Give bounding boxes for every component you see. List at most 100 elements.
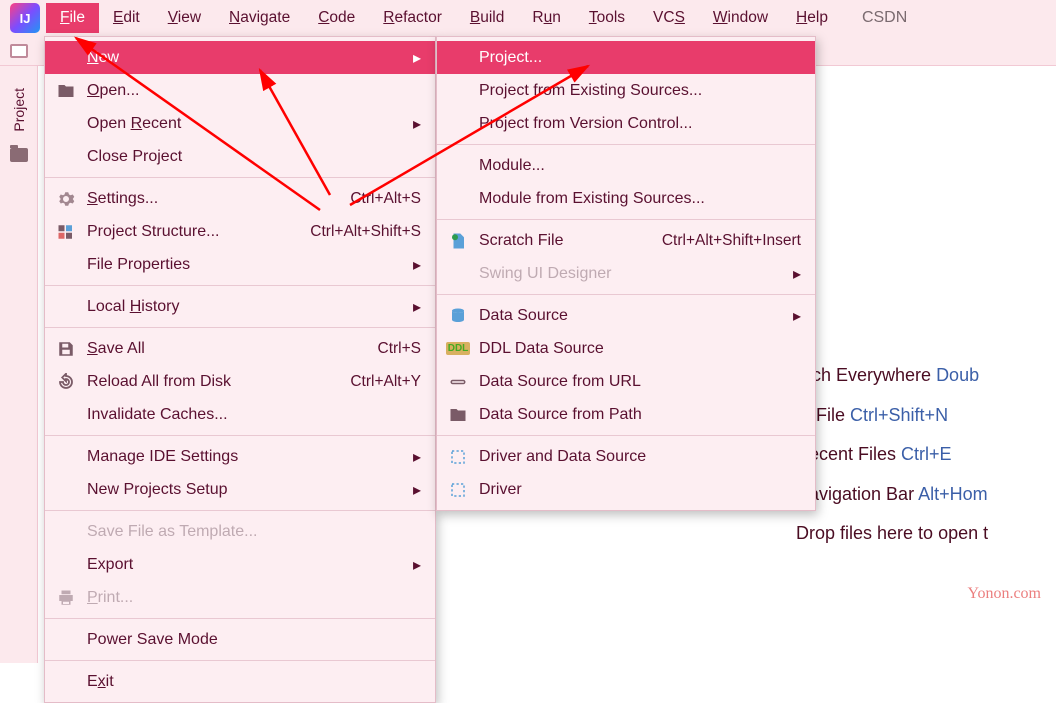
file-menu-save-all[interactable]: Save AllCtrl+S <box>45 332 435 365</box>
file-menu-separator <box>45 285 435 286</box>
new-menu-data-source[interactable]: Data Source▸ <box>437 299 815 332</box>
url-icon <box>447 373 469 391</box>
menu-item-label: Driver and Data Source <box>479 448 801 466</box>
submenu-arrow-icon: ▸ <box>793 306 801 326</box>
menu-item-label: Swing UI Designer <box>479 265 801 283</box>
menu-item-label: DDL Data Source <box>479 340 801 358</box>
reload-icon <box>55 373 77 391</box>
submenu-arrow-icon: ▸ <box>413 447 421 467</box>
menu-item-label: New <box>87 49 421 67</box>
file-menu-open[interactable]: Open... <box>45 74 435 107</box>
menu-item-label: Project Structure... <box>87 223 310 241</box>
menu-code[interactable]: Code <box>304 3 369 33</box>
menu-tools[interactable]: Tools <box>575 3 639 33</box>
project-tab[interactable]: Project <box>11 82 27 138</box>
file-menu-new[interactable]: New▸ <box>45 41 435 74</box>
panel-toggle-icon[interactable] <box>10 44 28 58</box>
menu-item-label: File Properties <box>87 256 421 274</box>
welcome-hint-line: to File Ctrl+Shift+N <box>796 396 1056 436</box>
menu-item-label: Module... <box>479 157 801 175</box>
new-menu-module-from-existing-sources[interactable]: Module from Existing Sources... <box>437 182 815 215</box>
menu-item-label: Open... <box>87 82 421 100</box>
file-menu-separator <box>45 327 435 328</box>
submenu-arrow-icon: ▸ <box>413 297 421 317</box>
menu-item-label: Scratch File <box>479 232 662 250</box>
new-menu-scratch-file[interactable]: Scratch FileCtrl+Alt+Shift+Insert <box>437 224 815 257</box>
file-menu-separator <box>45 177 435 178</box>
file-menu-new-projects-setup[interactable]: New Projects Setup▸ <box>45 473 435 506</box>
file-menu-exit[interactable]: Exit <box>45 665 435 698</box>
shortcut-label: Ctrl+Alt+Shift+Insert <box>662 232 801 250</box>
menu-refactor[interactable]: Refactor <box>369 3 456 33</box>
menu-file[interactable]: File <box>46 3 99 33</box>
menu-item-label: Invalidate Caches... <box>87 406 421 424</box>
submenu-arrow-icon: ▸ <box>793 264 801 284</box>
app-logo-icon: IJ <box>10 3 40 33</box>
file-menu-invalidate-caches[interactable]: Invalidate Caches... <box>45 398 435 431</box>
menu-vcs[interactable]: VCS <box>639 3 699 33</box>
menu-item-label: Data Source from URL <box>479 373 801 391</box>
db-icon <box>447 307 469 325</box>
menu-item-label: Local History <box>87 298 421 316</box>
menu-navigate[interactable]: Navigate <box>215 3 304 33</box>
menu-item-label: Power Save Mode <box>87 631 421 649</box>
menu-item-label: Save File as Template... <box>87 523 421 541</box>
file-menu-file-properties[interactable]: File Properties▸ <box>45 248 435 281</box>
file-menu-settings[interactable]: Settings...Ctrl+Alt+S <box>45 182 435 215</box>
file-menu-manage-ide-settings[interactable]: Manage IDE Settings▸ <box>45 440 435 473</box>
menu-run[interactable]: Run <box>518 3 574 33</box>
new-menu-swing-ui-designer: Swing UI Designer▸ <box>437 257 815 290</box>
folder-icon <box>10 148 28 162</box>
menu-item-label: Close Project <box>87 148 421 166</box>
menu-item-label: New Projects Setup <box>87 481 421 499</box>
file-menu-print: Print... <box>45 581 435 614</box>
welcome-hint-line: Navigation Bar Alt+Hom <box>796 475 1056 515</box>
scratch-icon <box>447 232 469 250</box>
welcome-hint-line: arch Everywhere Doub <box>796 356 1056 396</box>
menu-build[interactable]: Build <box>456 3 518 33</box>
file-menu-close-project[interactable]: Close Project <box>45 140 435 173</box>
new-menu-module[interactable]: Module... <box>437 149 815 182</box>
menu-help[interactable]: Help <box>782 3 842 33</box>
new-menu-driver[interactable]: Driver <box>437 473 815 506</box>
csdn-label: CSDN <box>862 9 907 27</box>
menu-item-label: Exit <box>87 673 421 691</box>
new-menu-project[interactable]: Project... <box>437 41 815 74</box>
new-menu-project-from-version-control[interactable]: Project from Version Control... <box>437 107 815 140</box>
project-toolwindow-sidebar: Project <box>0 66 38 663</box>
menu-item-label: Reload All from Disk <box>87 373 350 391</box>
file-menu-save-file-as-template: Save File as Template... <box>45 515 435 548</box>
submenu-arrow-icon: ▸ <box>413 255 421 275</box>
driver-icon <box>447 481 469 499</box>
submenu-arrow-icon: ▸ <box>413 114 421 134</box>
menu-edit[interactable]: Edit <box>99 3 154 33</box>
shortcut-label: Ctrl+S <box>378 340 422 358</box>
menu-item-label: Manage IDE Settings <box>87 448 421 466</box>
shortcut-label: Ctrl+Alt+Y <box>350 373 421 391</box>
menu-item-label: Project from Existing Sources... <box>479 82 801 100</box>
file-menu-dropdown: New▸Open...Open Recent▸Close ProjectSett… <box>44 36 436 703</box>
new-menu-data-source-from-path[interactable]: Data Source from Path <box>437 398 815 431</box>
menu-item-label: Settings... <box>87 190 350 208</box>
file-menu-reload-all-from-disk[interactable]: Reload All from DiskCtrl+Alt+Y <box>45 365 435 398</box>
file-menu-power-save-mode[interactable]: Power Save Mode <box>45 623 435 656</box>
menu-view[interactable]: View <box>154 3 215 33</box>
menu-item-label: Project... <box>479 49 801 67</box>
file-menu-separator <box>45 435 435 436</box>
new-menu-ddl-data-source[interactable]: DDLDDL Data Source <box>437 332 815 365</box>
new-menu-driver-and-data-source[interactable]: Driver and Data Source <box>437 440 815 473</box>
new-menu-separator <box>437 219 815 220</box>
new-menu-separator <box>437 435 815 436</box>
file-menu-project-structure[interactable]: Project Structure...Ctrl+Alt+Shift+S <box>45 215 435 248</box>
shortcut-label: Ctrl+Alt+S <box>350 190 421 208</box>
file-menu-local-history[interactable]: Local History▸ <box>45 290 435 323</box>
file-menu-export[interactable]: Export▸ <box>45 548 435 581</box>
menu-item-label: Data Source from Path <box>479 406 801 424</box>
file-menu-open-recent[interactable]: Open Recent▸ <box>45 107 435 140</box>
new-menu-project-from-existing-sources[interactable]: Project from Existing Sources... <box>437 74 815 107</box>
menu-item-label: Open Recent <box>87 115 421 133</box>
file-menu-separator <box>45 660 435 661</box>
new-menu-data-source-from-url[interactable]: Data Source from URL <box>437 365 815 398</box>
menu-window[interactable]: Window <box>699 3 782 33</box>
submenu-arrow-icon: ▸ <box>413 555 421 575</box>
